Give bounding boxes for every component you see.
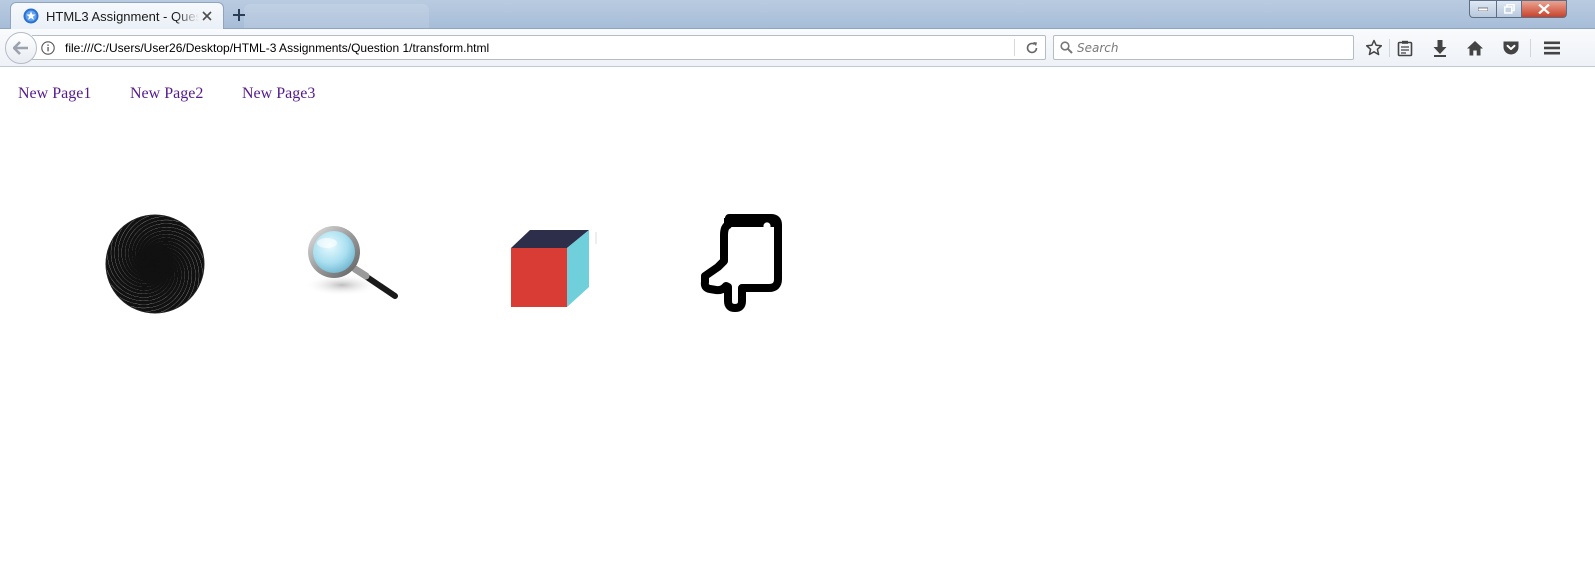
- hamburger-menu-icon[interactable]: [1541, 37, 1563, 59]
- close-icon[interactable]: [199, 8, 215, 24]
- cube-image[interactable]: [509, 228, 601, 310]
- url-bar[interactable]: file:///C:/Users/User26/Desktop/HTML-3 A…: [32, 35, 1046, 60]
- title-bar: HTML3 Assignment - Question 1: [0, 0, 1595, 29]
- pointing-hand-image[interactable]: [698, 213, 790, 315]
- spiral-image[interactable]: [104, 213, 206, 315]
- background-tab[interactable]: [244, 4, 429, 28]
- toolbar-separator: [1389, 39, 1390, 57]
- navigation-toolbar: file:///C:/Users/User26/Desktop/HTML-3 A…: [0, 29, 1595, 67]
- link-new-page2[interactable]: New Page2: [130, 85, 203, 103]
- search-icon: [1060, 41, 1073, 54]
- firefox-globe-icon: [23, 8, 39, 24]
- download-arrow-icon[interactable]: [1429, 37, 1451, 59]
- tab-title: HTML3 Assignment - Question 1: [46, 8, 199, 24]
- active-tab[interactable]: HTML3 Assignment - Question 1: [10, 2, 224, 29]
- back-arrow-icon: [13, 41, 28, 55]
- star-icon[interactable]: [1363, 37, 1385, 59]
- toolbar-separator: [1530, 39, 1531, 57]
- plus-icon[interactable]: [228, 5, 250, 25]
- restore-button[interactable]: [1496, 0, 1522, 18]
- close-window-button[interactable]: [1521, 0, 1567, 18]
- magnifying-glass-image[interactable]: [300, 223, 402, 303]
- search-bar[interactable]: [1053, 35, 1354, 60]
- clipboard-icon[interactable]: [1394, 37, 1416, 59]
- link-new-page1[interactable]: New Page1: [18, 85, 91, 103]
- home-icon[interactable]: [1464, 37, 1486, 59]
- reload-icon[interactable]: [1019, 37, 1045, 59]
- back-button[interactable]: [5, 32, 37, 64]
- minimize-button[interactable]: [1469, 0, 1497, 18]
- url-separator: [1014, 39, 1015, 56]
- pocket-icon[interactable]: [1500, 37, 1522, 59]
- info-icon[interactable]: [35, 37, 61, 59]
- search-input[interactable]: [1077, 40, 1337, 55]
- link-new-page3[interactable]: New Page3: [242, 85, 315, 103]
- page-content: New Page1 New Page2 New Page3: [0, 68, 1595, 582]
- url-text[interactable]: file:///C:/Users/User26/Desktop/HTML-3 A…: [65, 41, 1014, 55]
